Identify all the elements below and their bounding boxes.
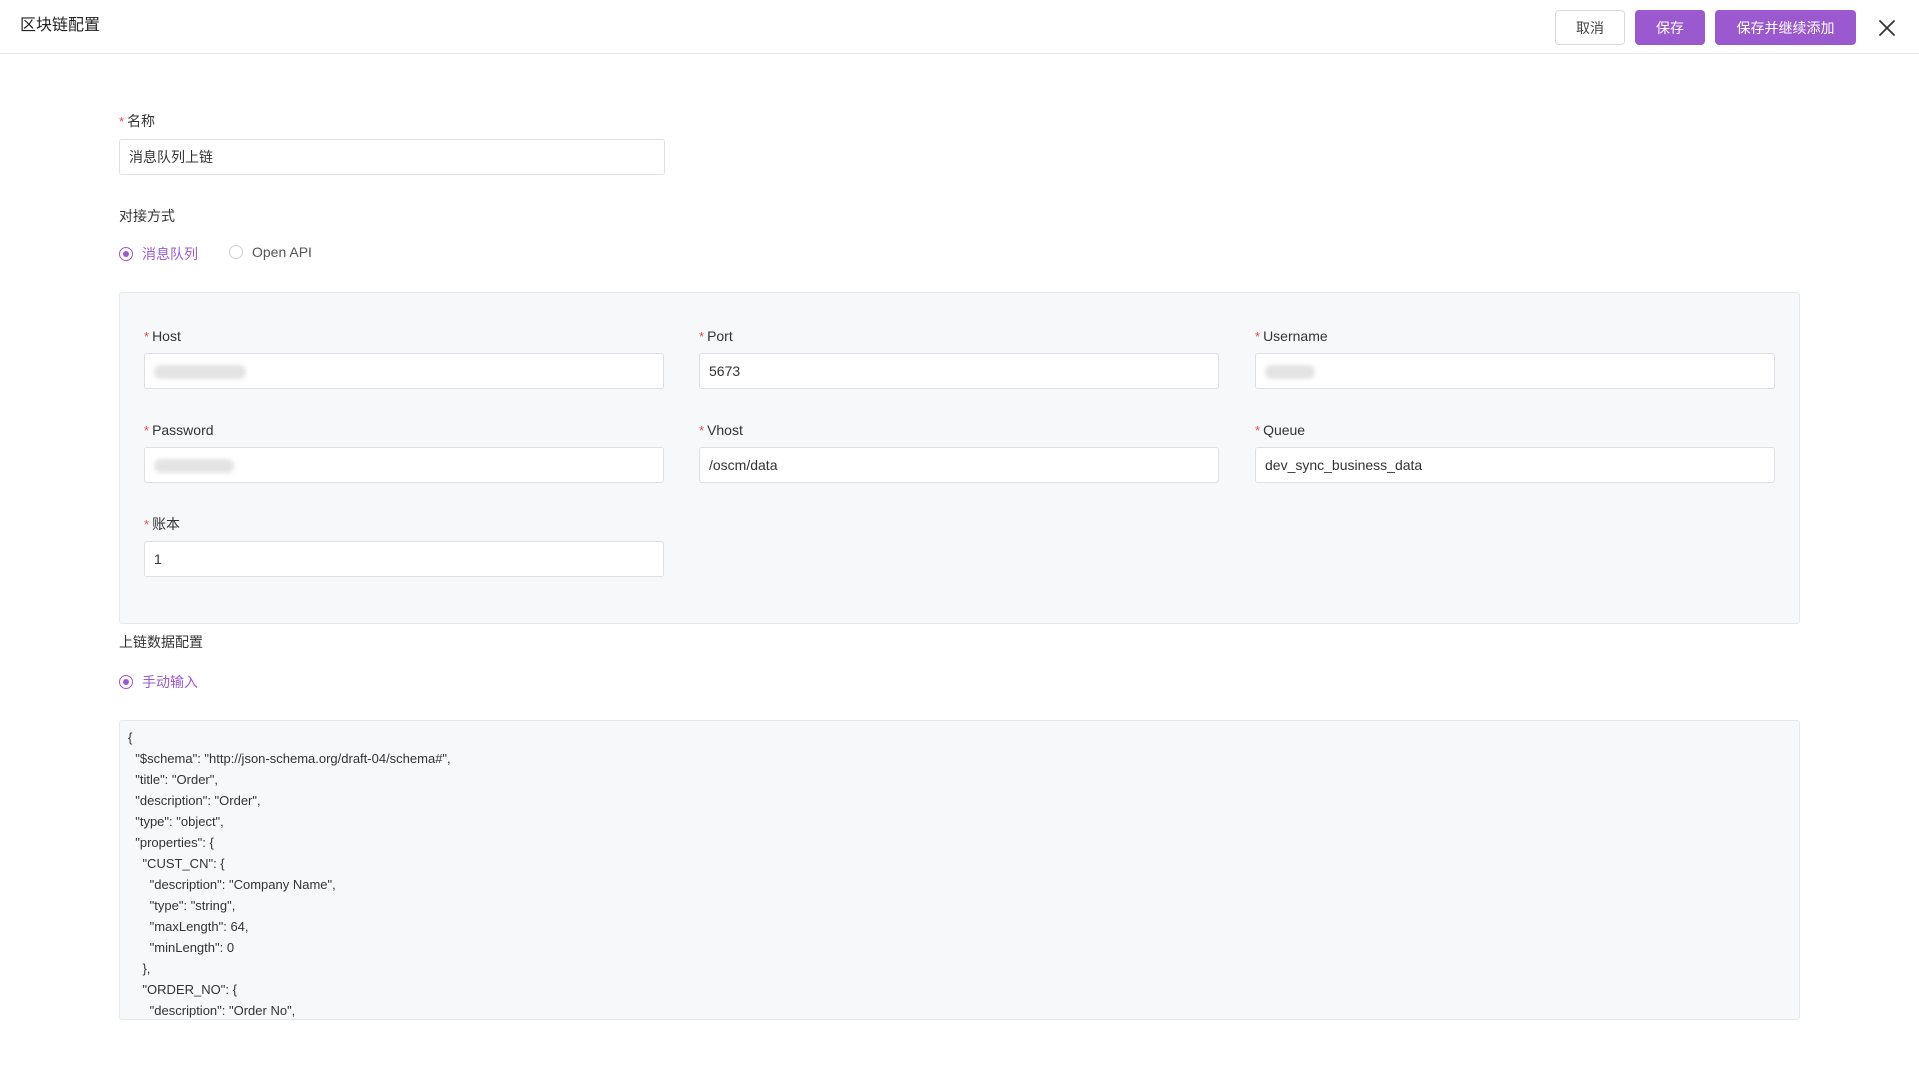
redacted-value <box>1265 365 1315 379</box>
radio-unchecked-icon <box>229 245 243 259</box>
radio-checked-icon <box>119 247 133 261</box>
code-line: "$schema": "http://json-schema.org/draft… <box>128 751 451 766</box>
password-input[interactable] <box>144 447 664 483</box>
radio-open-api[interactable]: Open API <box>229 244 312 260</box>
code-line: "minLength": 0 <box>128 940 235 955</box>
schema-editor[interactable]: { "$schema": "http://json-schema.org/dra… <box>119 720 1800 1020</box>
code-line: "description": "Order", <box>128 793 261 808</box>
radio-manual-input[interactable]: 手动输入 <box>119 672 198 692</box>
code-line: "description": "Company Name", <box>128 877 336 892</box>
code-line: "title": "Order", <box>128 772 218 787</box>
port-label: * Port <box>699 328 733 344</box>
port-input[interactable] <box>699 353 1219 389</box>
save-button[interactable]: 保存 <box>1635 10 1705 45</box>
ledger-label: * 账本 <box>144 516 181 532</box>
username-input[interactable] <box>1255 353 1775 389</box>
close-icon[interactable] <box>1875 16 1899 40</box>
redacted-value <box>154 365 246 379</box>
name-input[interactable] <box>119 139 665 175</box>
code-line: "type": "object", <box>128 814 224 829</box>
code-line: "CUST_CN": { <box>128 856 225 871</box>
code-line: "maxLength": 64, <box>128 919 249 934</box>
queue-label: * Queue <box>1255 422 1306 438</box>
data-config-label: 上链数据配置 <box>119 634 203 650</box>
code-line: "properties": { <box>128 835 214 850</box>
radio-checked-icon <box>119 675 133 689</box>
required-mark: * <box>119 114 125 129</box>
redacted-value <box>154 459 234 473</box>
host-input[interactable] <box>144 353 664 389</box>
code-line: "ORDER_NO": { <box>128 982 237 997</box>
save-and-add-button[interactable]: 保存并继续添加 <box>1715 10 1856 45</box>
code-line: { <box>128 730 133 745</box>
host-label: * Host <box>144 328 181 344</box>
radio-message-queue[interactable]: 消息队列 <box>119 244 198 264</box>
cancel-button[interactable]: 取消 <box>1555 10 1625 45</box>
page-title: 区块链配置 <box>20 17 101 34</box>
code-line: "type": "string", <box>128 898 236 913</box>
vhost-label: * Vhost <box>699 422 743 438</box>
integration-label: 对接方式 <box>119 208 175 224</box>
dialog-header: 区块链配置 取消 保存 保存并继续添加 <box>0 0 1919 54</box>
code-line: }, <box>128 961 151 976</box>
ledger-input[interactable] <box>144 541 664 577</box>
vhost-input[interactable] <box>699 447 1219 483</box>
username-label: * Username <box>1255 328 1328 344</box>
name-label: * 名称 <box>119 113 156 129</box>
queue-input[interactable] <box>1255 447 1775 483</box>
code-line: "description": "Order No", <box>128 1003 296 1018</box>
password-label: * Password <box>144 422 214 438</box>
